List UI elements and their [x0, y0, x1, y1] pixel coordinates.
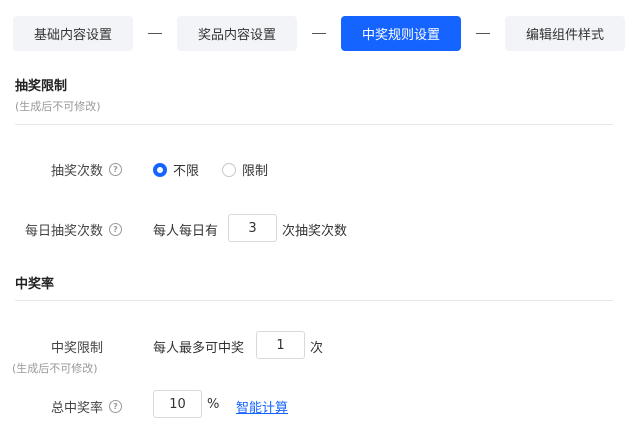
step-component-style[interactable]: 编辑组件样式: [505, 16, 625, 51]
draw-times-label-text: 抽奖次数: [50, 164, 103, 179]
step-winning-rules[interactable]: 中奖规则设置: [341, 16, 461, 51]
radio-unlimited[interactable]: 不限: [153, 160, 199, 179]
win-limit-label-text: 中奖限制: [50, 341, 103, 356]
total-rate-label: 总中奖率 ?: [51, 397, 122, 416]
section-title-win-rate: 中奖率: [15, 277, 55, 292]
radio-limited-label: 限制: [242, 164, 269, 179]
step-separator: [476, 33, 490, 34]
radio-unchecked-icon[interactable]: [222, 162, 236, 177]
radio-limited[interactable]: 限制: [222, 160, 268, 179]
radio-checked-icon[interactable]: [153, 162, 167, 177]
section-divider: [15, 124, 613, 125]
win-limit-note: (生成后不可修改): [12, 362, 98, 375]
win-limit-label: 中奖限制: [51, 337, 103, 356]
section-title-draw-limit: 抽奖限制: [15, 79, 68, 94]
total-rate-unit: %: [207, 397, 220, 412]
win-limit-prefix: 每人最多可中奖: [153, 341, 245, 356]
step-basic-content[interactable]: 基础内容设置: [13, 16, 133, 51]
daily-draw-label: 每日抽奖次数 ?: [25, 220, 122, 239]
section-subtitle-draw-limit: (生成后不可修改): [15, 100, 101, 113]
total-rate-label-text: 总中奖率: [50, 401, 103, 416]
help-icon[interactable]: ?: [109, 163, 122, 176]
radio-unlimited-label: 不限: [173, 164, 200, 179]
step-separator: [148, 33, 162, 34]
daily-draw-label-text: 每日抽奖次数: [24, 224, 103, 239]
win-limit-input[interactable]: 1: [256, 331, 305, 359]
total-rate-input[interactable]: 10: [153, 390, 202, 418]
daily-draw-suffix: 次抽奖次数: [282, 224, 348, 239]
section-divider: [15, 300, 613, 301]
win-limit-suffix: 次: [310, 341, 324, 356]
draw-times-label: 抽奖次数 ?: [51, 160, 122, 179]
step-separator: [312, 33, 326, 34]
help-icon[interactable]: ?: [109, 223, 122, 236]
daily-draw-prefix: 每人每日有: [153, 224, 219, 239]
smart-calc-link[interactable]: 智能计算: [236, 397, 288, 416]
daily-draw-input[interactable]: 3: [228, 214, 277, 242]
step-prize-content[interactable]: 奖品内容设置: [177, 16, 297, 51]
help-icon[interactable]: ?: [109, 400, 122, 413]
